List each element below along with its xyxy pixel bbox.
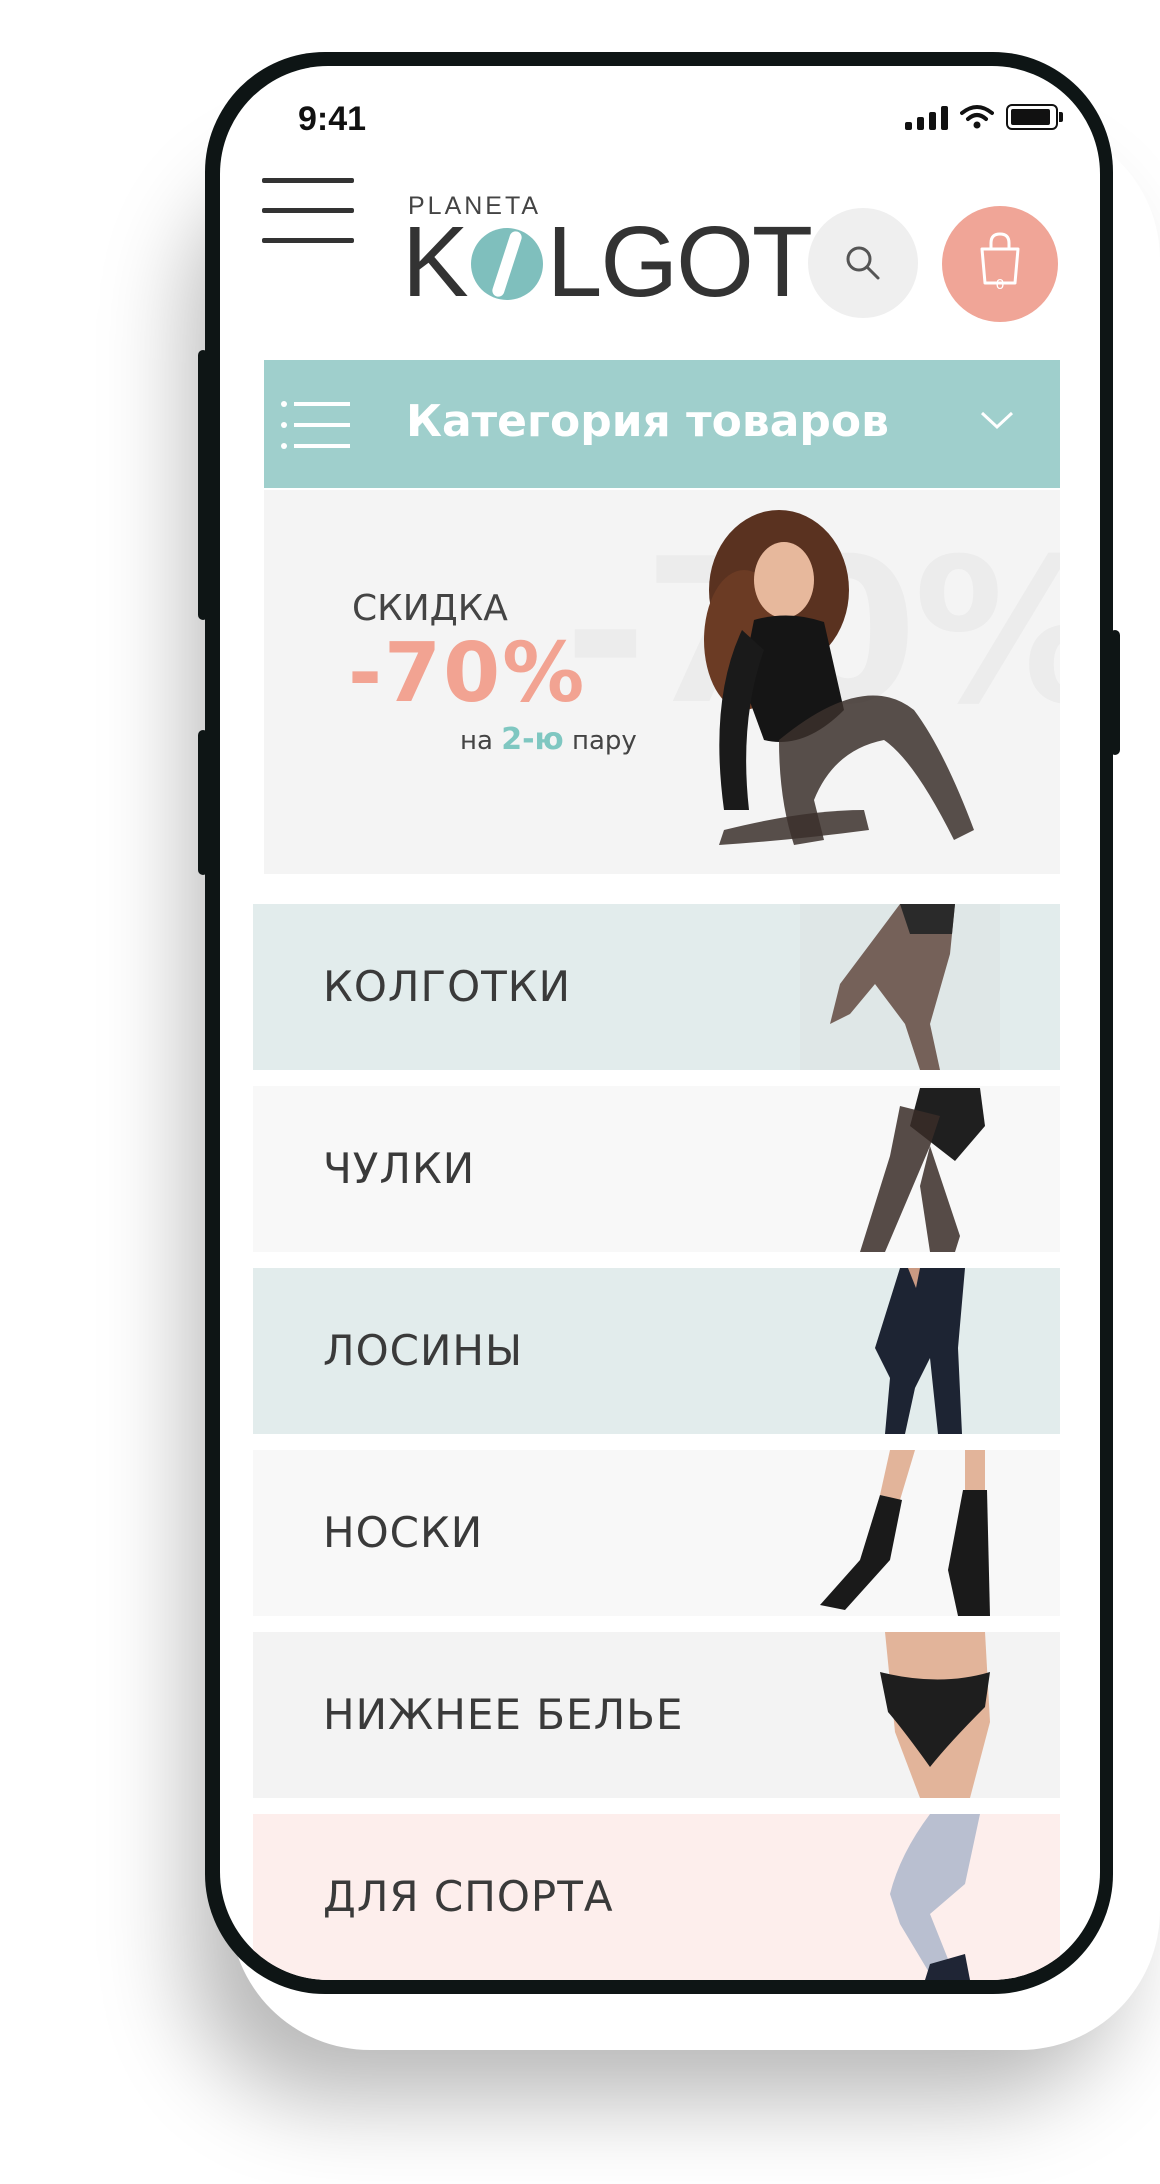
status-bar: 9:41 — [220, 66, 1100, 176]
cart-count: 0 — [995, 276, 1005, 293]
promo-banner[interactable]: -70% СКИДКА -70% на 2-ю пару — [264, 490, 1060, 874]
promo-note-accent: 2-ю — [501, 722, 564, 757]
category-item-tights[interactable]: КОЛГОТКИ — [253, 904, 1060, 1070]
category-label: НИЖНЕЕ БЕЛЬЕ — [323, 1690, 684, 1739]
socks-image — [820, 1450, 990, 1616]
promo-note-post: пару — [571, 726, 637, 756]
sport-image — [890, 1814, 980, 1980]
underwear-image — [880, 1632, 990, 1798]
chevron-down-icon — [980, 411, 1014, 430]
logo[interactable]: PLANETA K LGOT — [402, 192, 813, 322]
promo-note: на 2-ю пару — [460, 722, 637, 757]
logo-letters: LGOT — [546, 206, 813, 318]
category-label: КОЛГОТКИ — [323, 962, 572, 1011]
category-item-underwear[interactable]: НИЖНЕЕ БЕЛЬЕ — [253, 1632, 1060, 1798]
category-item-socks[interactable]: НОСКИ — [253, 1450, 1060, 1616]
promo-note-pre: на — [460, 726, 493, 756]
promo-discount: -70% — [348, 626, 587, 721]
leggings-image — [875, 1268, 965, 1434]
stockings-image — [860, 1088, 985, 1252]
signal-icon — [905, 104, 948, 130]
category-label: ЛОСИНЫ — [323, 1326, 524, 1375]
category-item-stockings[interactable]: ЧУЛКИ — [253, 1086, 1060, 1252]
promo-title: СКИДКА — [352, 588, 508, 629]
category-dropdown[interactable]: Категория товаров — [264, 360, 1060, 488]
menu-button[interactable] — [262, 178, 354, 244]
cart-button[interactable]: 0 — [942, 206, 1058, 322]
logo-leg-icon — [470, 228, 543, 300]
tights-image — [800, 904, 1000, 1070]
category-item-leggings[interactable]: ЛОСИНЫ — [253, 1268, 1060, 1434]
category-label: ДЛЯ СПОРТА — [323, 1872, 614, 1921]
category-label: ЧУЛКИ — [323, 1144, 476, 1193]
app-screen: 9:41 PLANETA K LGOT 0 Категория товаров … — [220, 66, 1100, 1980]
power-button — [1110, 630, 1120, 755]
category-item-sport[interactable]: ДЛЯ СПОРТА — [253, 1814, 1060, 1980]
category-dropdown-label: Категория товаров — [406, 396, 889, 447]
mute-switch — [198, 350, 208, 620]
logo-letter-k: K — [402, 206, 469, 318]
promo-model-image — [704, 510, 974, 845]
logo-wordmark: K LGOT — [402, 206, 813, 318]
search-button[interactable] — [808, 208, 918, 318]
volume-button — [198, 730, 208, 875]
category-label: НОСКИ — [323, 1508, 484, 1557]
list-icon — [281, 401, 350, 449]
battery-icon — [1006, 104, 1063, 130]
search-icon — [846, 246, 880, 280]
status-icons — [905, 104, 1063, 130]
status-time: 9:41 — [298, 100, 367, 138]
wifi-icon — [960, 105, 994, 129]
